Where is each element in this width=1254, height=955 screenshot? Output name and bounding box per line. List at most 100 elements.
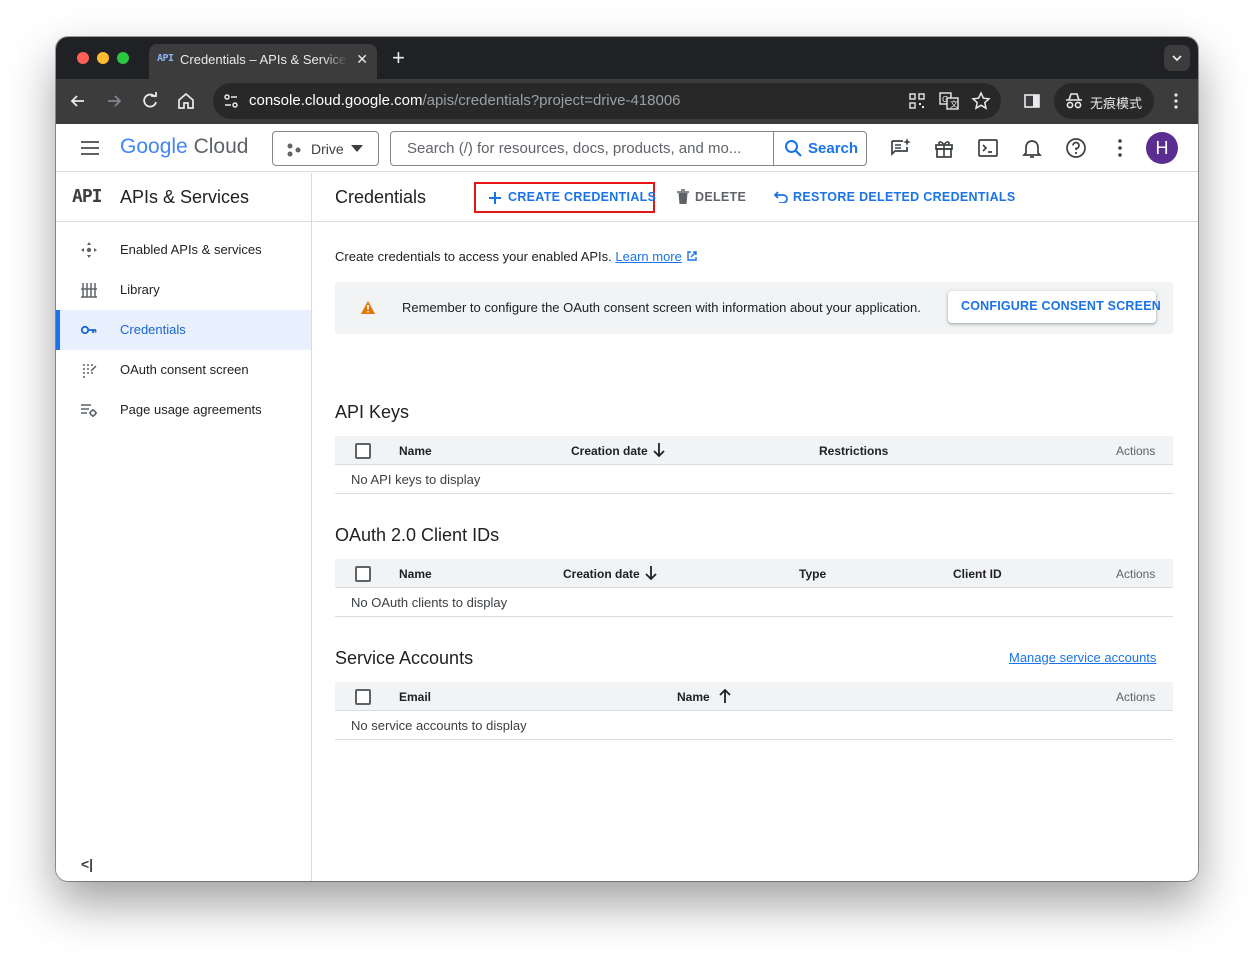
sidebar-item-enabled-apis[interactable]: Enabled APIs & services xyxy=(56,230,311,270)
select-all-checkbox[interactable] xyxy=(355,443,371,459)
new-tab-icon[interactable]: + xyxy=(392,45,405,71)
create-credentials-button[interactable]: CREATE CREDENTIALS xyxy=(474,182,656,213)
dropdown-arrow-icon xyxy=(351,145,363,152)
logo-cloud: Cloud xyxy=(193,135,249,158)
table-row: No service accounts to display xyxy=(335,711,1173,740)
column-creation-date[interactable]: Creation date xyxy=(571,444,648,458)
trash-icon xyxy=(677,189,689,204)
table-header: Name Creation date Restrictions Actions xyxy=(335,436,1173,465)
sort-descending-icon[interactable] xyxy=(643,565,659,581)
sidebar-item-credentials[interactable]: Credentials xyxy=(56,310,311,350)
page-title: Credentials xyxy=(335,187,427,207)
select-all-checkbox[interactable] xyxy=(355,566,371,582)
url-text: console.cloud.google.com/apis/credential… xyxy=(249,92,681,109)
sidebar: API APIs & Services Enabled APIs & servi… xyxy=(56,173,312,881)
project-icon xyxy=(287,143,301,157)
help-icon[interactable] xyxy=(1065,137,1087,159)
empty-message: No OAuth clients to display xyxy=(351,595,508,610)
gift-icon[interactable] xyxy=(933,137,955,159)
column-client-id[interactable]: Client ID xyxy=(953,567,1002,581)
tab-strip: API Credentials – APIs & Services ✕ + xyxy=(56,37,1198,79)
learn-more-link[interactable]: Learn more xyxy=(615,249,681,264)
close-window-button[interactable] xyxy=(77,52,89,64)
configure-consent-label: CONFIGURE CONSENT SCREEN xyxy=(961,299,1161,313)
restore-deleted-credentials-button[interactable]: RESTORE DELETED CREDENTIALS xyxy=(772,182,1015,213)
more-options-icon[interactable] xyxy=(1109,137,1131,159)
oauth-clients-title: OAuth 2.0 Client IDs xyxy=(335,525,500,545)
sidebar-item-label: Enabled APIs & services xyxy=(120,242,262,257)
gemini-chat-icon[interactable] xyxy=(889,137,911,159)
empty-message: No API keys to display xyxy=(351,472,481,487)
api-badge-icon: API xyxy=(72,186,102,207)
intro-sentence: Create credentials to access your enable… xyxy=(335,249,612,264)
table-row: No OAuth clients to display xyxy=(335,588,1173,617)
bookmark-star-icon[interactable] xyxy=(971,91,991,111)
forward-icon[interactable] xyxy=(103,90,125,112)
warning-icon xyxy=(361,301,375,314)
library-icon xyxy=(81,283,97,298)
undo-icon xyxy=(773,191,788,203)
sort-descending-icon[interactable] xyxy=(651,442,667,458)
sidebar-item-library[interactable]: Library xyxy=(56,270,311,310)
browser-tab[interactable]: API Credentials – APIs & Services ✕ xyxy=(149,44,377,79)
back-icon[interactable] xyxy=(67,90,89,112)
search-input[interactable] xyxy=(391,132,773,165)
sort-ascending-icon[interactable] xyxy=(717,688,733,704)
browser-toolbar: console.cloud.google.com/apis/credential… xyxy=(56,79,1198,124)
cloud-shell-icon[interactable] xyxy=(977,137,999,159)
minimize-window-button[interactable] xyxy=(97,52,109,64)
column-restrictions: Restrictions xyxy=(819,444,889,458)
select-all-checkbox[interactable] xyxy=(355,689,371,705)
column-name[interactable]: Name xyxy=(399,444,432,458)
project-picker[interactable]: Drive xyxy=(272,131,379,166)
tab-close-icon[interactable]: ✕ xyxy=(356,51,368,68)
hamburger-menu-icon[interactable] xyxy=(79,137,101,159)
google-cloud-logo[interactable]: Google Cloud xyxy=(120,135,248,159)
key-icon xyxy=(80,325,97,335)
manage-service-accounts-link[interactable]: Manage service accounts xyxy=(1009,650,1156,665)
browser-window: API Credentials – APIs & Services ✕ + co… xyxy=(56,37,1198,881)
svg-text:文: 文 xyxy=(950,99,958,109)
banner-message: Remember to configure the OAuth consent … xyxy=(402,300,921,315)
avatar[interactable]: H xyxy=(1146,132,1178,164)
console-header: Google Cloud Drive Search H xyxy=(56,124,1198,172)
incognito-indicator[interactable]: 无痕模式 xyxy=(1054,83,1154,119)
address-bar[interactable]: console.cloud.google.com/apis/credential… xyxy=(213,83,1001,119)
table-row: No API keys to display xyxy=(335,465,1173,494)
hub-icon xyxy=(81,242,97,258)
api-keys-title: API Keys xyxy=(335,402,410,422)
column-type[interactable]: Type xyxy=(799,567,826,581)
home-icon[interactable] xyxy=(175,90,197,112)
incognito-icon xyxy=(1066,93,1082,109)
delete-label: DELETE xyxy=(695,190,747,204)
restore-label: RESTORE DELETED CREDENTIALS xyxy=(793,190,1016,204)
tab-search-button[interactable] xyxy=(1164,45,1190,71)
sidebar-item-label: Credentials xyxy=(120,322,186,337)
configure-consent-screen-button[interactable]: CONFIGURE CONSENT SCREEN xyxy=(948,291,1161,323)
site-info-icon[interactable] xyxy=(222,92,240,110)
sidebar-item-label: OAuth consent screen xyxy=(120,362,249,377)
reload-icon[interactable] xyxy=(139,90,161,112)
sidebar-item-page-usage[interactable]: Page usage agreements xyxy=(56,390,311,430)
column-actions: Actions xyxy=(1116,567,1156,581)
external-link-icon xyxy=(686,251,697,261)
maximize-window-button[interactable] xyxy=(117,52,129,64)
delete-button[interactable]: DELETE xyxy=(675,182,747,213)
column-creation-date[interactable]: Creation date xyxy=(563,567,640,581)
page-header: Credentials CREATE CREDENTIALS DELETE RE… xyxy=(313,173,1198,222)
notifications-bell-icon[interactable] xyxy=(1021,137,1043,159)
svg-text:G: G xyxy=(942,95,948,104)
sidebar-item-oauth-consent[interactable]: OAuth consent screen xyxy=(56,350,311,390)
column-email[interactable]: Email xyxy=(399,690,431,704)
consent-icon xyxy=(83,364,97,378)
table-header: Name Creation date Type Client ID Action… xyxy=(335,559,1173,588)
column-name[interactable]: Name xyxy=(399,567,432,581)
qr-code-icon[interactable] xyxy=(908,92,926,110)
translate-icon[interactable]: G文 xyxy=(939,92,959,110)
search-button[interactable]: Search xyxy=(773,132,866,165)
side-panel-icon[interactable] xyxy=(1021,90,1043,112)
main-content: Credentials CREATE CREDENTIALS DELETE RE… xyxy=(313,173,1198,881)
browser-menu-icon[interactable] xyxy=(1165,90,1187,112)
column-name[interactable]: Name xyxy=(677,690,710,704)
collapse-sidebar-icon[interactable]: <| xyxy=(81,856,93,872)
